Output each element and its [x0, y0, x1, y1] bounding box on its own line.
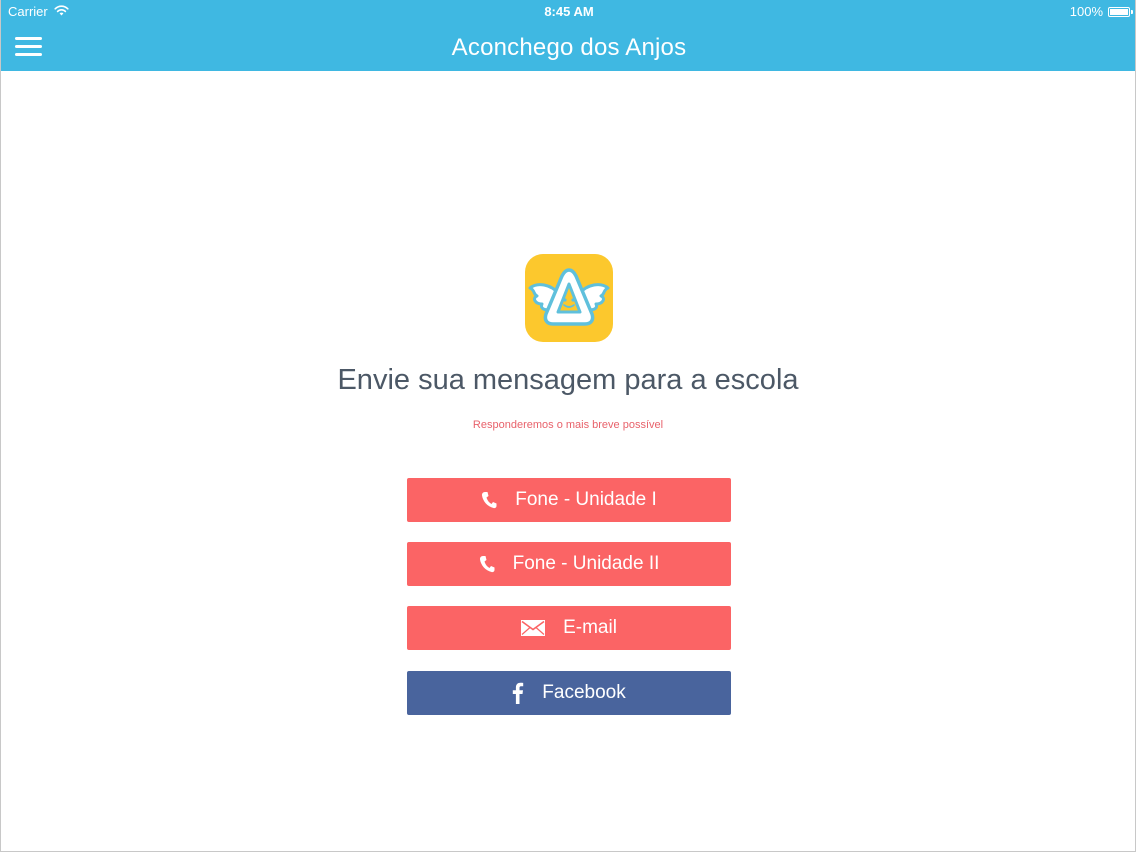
top-bar: Carrier 8:45 AM 100% Aconchego dos Anjos — [1, 0, 1135, 71]
button-label: Fone - Unidade II — [512, 553, 660, 574]
facebook-icon — [512, 682, 524, 704]
facebook-button[interactable]: Facebook — [407, 671, 731, 715]
button-label: E-mail — [563, 617, 617, 638]
button-label: Fone - Unidade I — [515, 489, 657, 510]
phone-unit-1-button[interactable]: Fone - Unidade I — [407, 478, 731, 522]
status-time: 8:45 AM — [544, 4, 594, 19]
status-bar: Carrier 8:45 AM 100% — [1, 0, 1135, 24]
phone-unit-2-button[interactable]: Fone - Unidade II — [407, 542, 731, 586]
angel-logo-icon — [525, 254, 613, 342]
phone-icon — [479, 555, 495, 573]
email-button[interactable]: E-mail — [407, 606, 731, 650]
phone-icon — [481, 491, 497, 509]
subline: Responderemos o mais breve possível — [472, 419, 664, 431]
navigation-bar: Aconchego dos Anjos — [1, 24, 1135, 71]
app-window: Carrier 8:45 AM 100% Aconchego dos Anjos… — [0, 0, 1136, 852]
status-right: 100% — [1069, 4, 1133, 19]
button-label: Facebook — [542, 682, 626, 703]
headline: Envie sua mensagem para a escola — [337, 364, 799, 396]
battery-icon — [1108, 6, 1133, 17]
battery-percent: 100% — [1069, 4, 1103, 19]
page-title: Aconchego dos Anjos — [451, 34, 687, 61]
mail-icon — [521, 620, 546, 636]
